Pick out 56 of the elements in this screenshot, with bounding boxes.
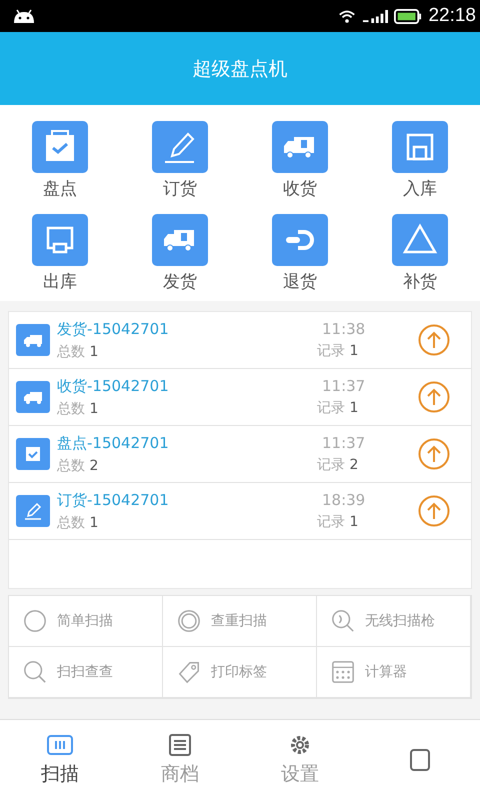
upload-icon[interactable]	[417, 494, 451, 528]
inbox-icon	[32, 214, 88, 266]
android-icon	[12, 8, 36, 24]
record-count: 记录 1	[317, 342, 358, 360]
truck-icon	[16, 381, 50, 413]
double-circle-icon	[177, 609, 201, 633]
list-icon	[166, 733, 194, 757]
record-total: 总数 1	[57, 400, 100, 418]
circle-icon	[23, 609, 47, 633]
pencil-icon	[16, 495, 50, 527]
record-title: 发货-15042701	[57, 320, 170, 338]
function-tile[interactable]: 入库	[360, 121, 480, 200]
upload-icon[interactable]	[417, 437, 451, 471]
nav-tab[interactable]: 扫描	[0, 720, 120, 800]
record-time: 11:37	[321, 377, 366, 395]
tag-icon	[177, 660, 201, 684]
clipboard-check-icon	[32, 121, 88, 173]
record-row[interactable]: 订货-15042701 总数 1 18:39 记录 1	[9, 483, 471, 540]
function-tile[interactable]: 订货	[120, 121, 240, 200]
calculator-icon	[331, 660, 355, 684]
scanner-search-icon	[331, 609, 355, 633]
record-count: 记录 1	[317, 399, 358, 417]
truck-icon	[16, 324, 50, 356]
upload-icon[interactable]	[417, 323, 451, 357]
function-tile[interactable]: 盘点	[0, 121, 120, 200]
function-tile[interactable]: 收货	[240, 121, 360, 200]
upload-icon[interactable]	[417, 380, 451, 414]
function-tile[interactable]: 补货	[360, 214, 480, 293]
record-time: 11:37	[321, 434, 366, 452]
function-tile[interactable]: 出库	[0, 214, 120, 293]
record-time: 11:38	[321, 320, 366, 338]
pencil-icon	[152, 121, 208, 173]
record-count: 记录 2	[317, 456, 358, 474]
record-title: 收货-15042701	[57, 376, 170, 396]
record-row[interactable]: 收货-15042701 总数 1 11:37 记录 1	[9, 369, 471, 426]
truck-icon	[152, 214, 208, 266]
record-title: 订货-15042701	[57, 490, 170, 510]
record-count: 记录 1	[317, 513, 358, 531]
status-time: 22:18	[428, 5, 476, 27]
wifi-icon	[338, 8, 356, 24]
barcode-icon	[46, 733, 74, 757]
record-total: 总数 1	[57, 514, 100, 532]
truck-icon	[272, 121, 328, 173]
record-total: 总数 2	[57, 456, 100, 474]
record-row[interactable]: 盘点-15042701 总数 2 11:37 记录 2	[9, 426, 471, 483]
record-time: 18:39	[321, 491, 366, 509]
signal-icon	[362, 8, 388, 24]
app-title: 超级盘点机	[192, 56, 288, 82]
function-tile[interactable]: 发货	[120, 214, 240, 293]
record-title: 盘点-15042701	[57, 434, 170, 452]
battery-icon	[394, 8, 422, 24]
search-icon	[23, 660, 47, 684]
clipboard-check-icon	[16, 438, 50, 470]
record-total: 总数 1	[57, 342, 100, 360]
record-row[interactable]: 发货-15042701 总数 1 11:38 记录 1	[9, 312, 471, 369]
function-tile[interactable]: 退货	[240, 214, 360, 293]
